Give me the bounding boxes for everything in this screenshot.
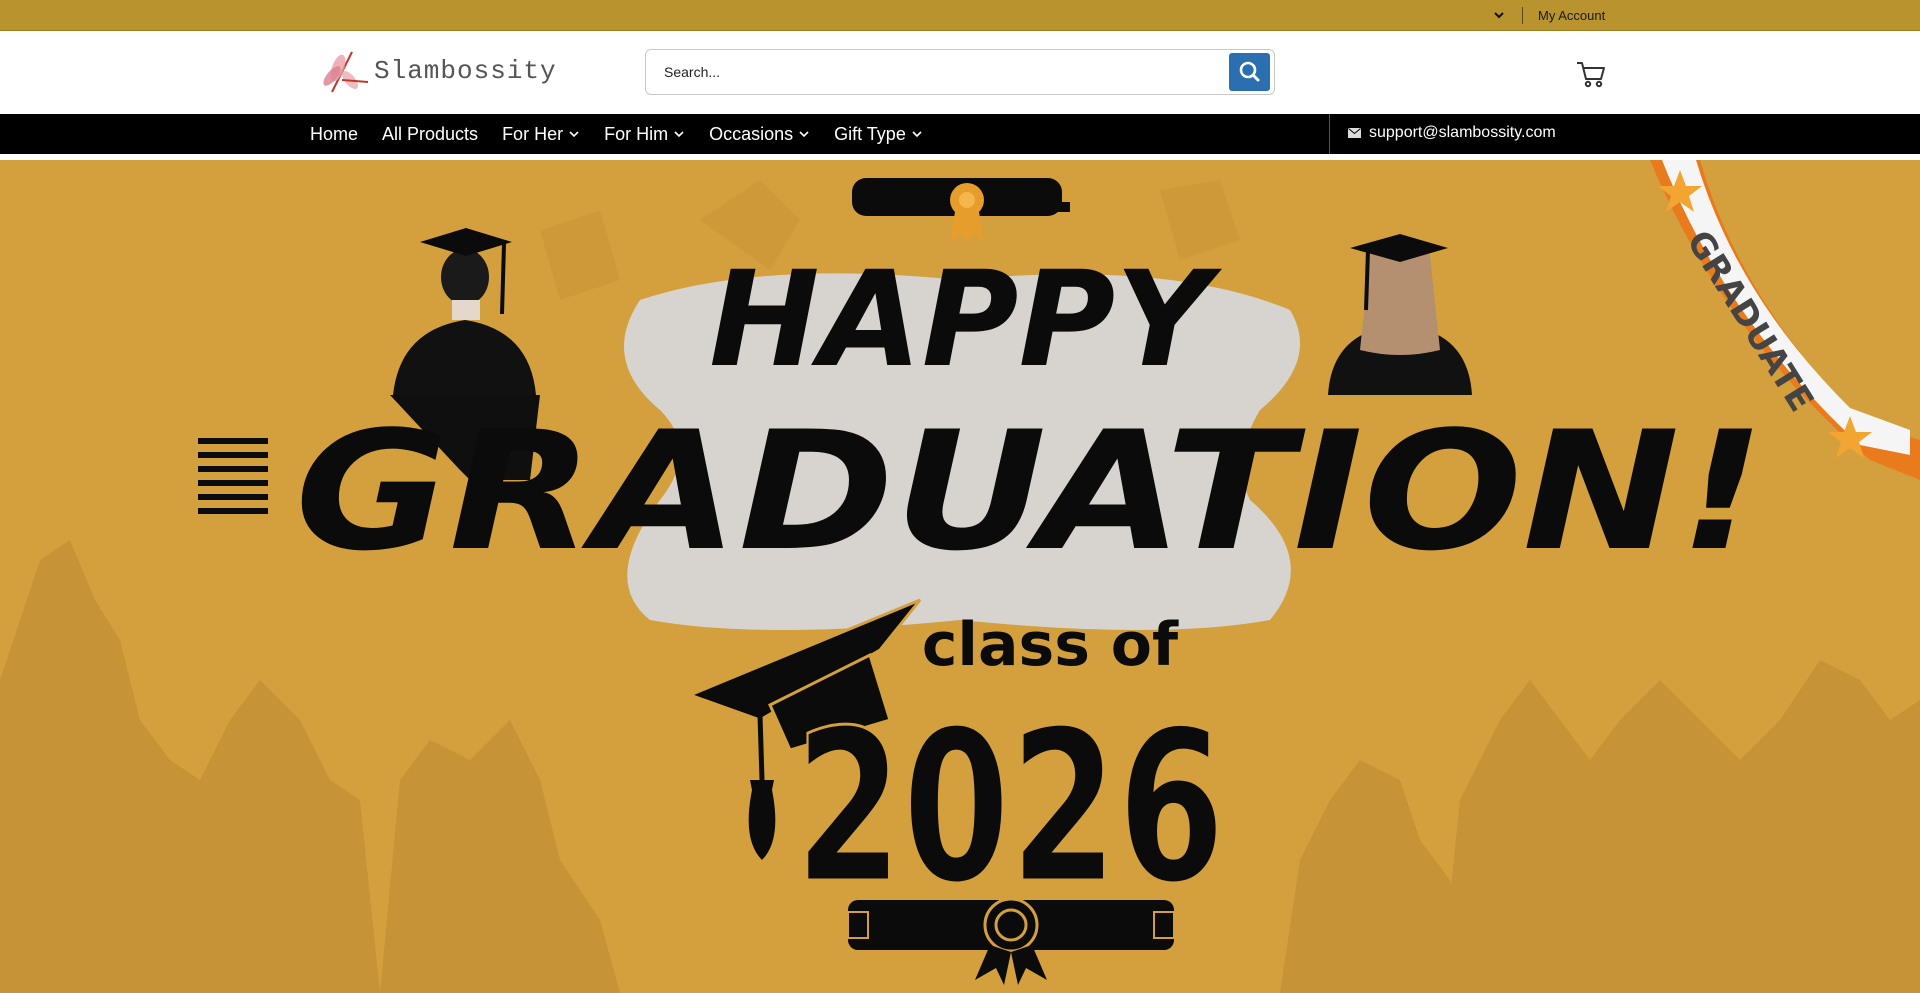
graduate-girl-figure bbox=[1328, 234, 1472, 395]
my-account-link[interactable]: My Account bbox=[1538, 8, 1605, 23]
shopping-cart-icon[interactable] bbox=[1575, 58, 1607, 90]
support-email-link[interactable]: support@slambossity.com bbox=[1348, 124, 1556, 142]
search-bar bbox=[645, 49, 1275, 95]
nav-item-label: Occasions bbox=[709, 123, 794, 144]
hero-banner[interactable]: GRADUATE HAPPY GRADUATION! class of 2026 bbox=[0, 160, 1920, 993]
search-input[interactable] bbox=[656, 55, 1216, 89]
search-button[interactable] bbox=[1229, 53, 1270, 91]
nav-item-label: For Her bbox=[502, 123, 564, 144]
chevron-down-icon[interactable] bbox=[1492, 8, 1506, 22]
graduation-banner-artwork: GRADUATE HAPPY GRADUATION! class of 2026 bbox=[0, 160, 1920, 993]
search-icon bbox=[1239, 61, 1260, 82]
nav-item-gift-type[interactable]: Gift Type bbox=[834, 124, 923, 145]
support-email-text: support@slambossity.com bbox=[1369, 124, 1556, 141]
nav-item-for-her[interactable]: For Her bbox=[502, 124, 580, 145]
chevron-down-icon bbox=[674, 131, 684, 138]
dragonfly-icon bbox=[323, 51, 369, 93]
site-header: Slambossity bbox=[0, 31, 1920, 114]
speed-lines bbox=[198, 438, 268, 514]
hero-line-graduation: GRADUATION! bbox=[295, 396, 1765, 587]
chevron-down-icon bbox=[799, 131, 809, 138]
hero-line-happy: HAPPY bbox=[709, 243, 1222, 397]
chevron-down-icon bbox=[569, 131, 579, 138]
top-utility-bar: My Account bbox=[0, 0, 1920, 31]
nav-divider bbox=[1329, 114, 1330, 154]
envelope-icon bbox=[1348, 128, 1361, 138]
nav-item-label: Home bbox=[310, 123, 359, 144]
nav-item-label: Gift Type bbox=[834, 123, 906, 144]
diploma-scroll-icon bbox=[847, 897, 1175, 985]
nav-item-label: For Him bbox=[604, 123, 669, 144]
nav-item-home[interactable]: Home bbox=[310, 124, 358, 145]
nav-item-all-products[interactable]: All Products bbox=[382, 124, 478, 145]
nav-item-label: All Products bbox=[382, 123, 479, 144]
logo-text: Slambossity bbox=[374, 56, 557, 86]
main-navigation: Home All Products For Her For Him Occasi… bbox=[0, 114, 1920, 154]
topbar-divider bbox=[1522, 7, 1523, 24]
logo[interactable]: Slambossity bbox=[318, 46, 563, 96]
nav-item-for-him[interactable]: For Him bbox=[604, 124, 685, 145]
diploma-icon bbox=[852, 178, 1070, 244]
hero-year: 2026 bbox=[795, 685, 1225, 930]
hero-line-class-of: class of bbox=[922, 610, 1179, 680]
chevron-down-icon bbox=[912, 131, 922, 138]
ribbon-text: GRADUATE bbox=[1678, 224, 1821, 419]
nav-item-occasions[interactable]: Occasions bbox=[709, 124, 810, 145]
